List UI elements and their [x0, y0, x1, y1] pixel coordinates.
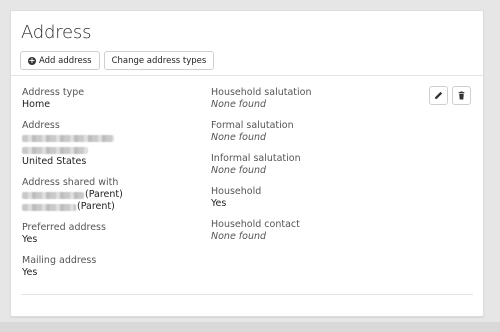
next-panel-edge — [0, 322, 500, 332]
delete-button[interactable] — [452, 86, 471, 105]
household-field: Household Yes — [211, 186, 411, 210]
mailing-address-value: Yes — [22, 267, 38, 278]
shared-relationship: (Parent) — [77, 201, 115, 212]
address-type-field: Address type Home — [22, 87, 202, 111]
divider — [21, 294, 473, 295]
change-address-types-button[interactable]: Change address types — [103, 51, 215, 70]
shared-relationship: (Parent) — [85, 189, 123, 200]
shared-entry: (Parent) — [22, 189, 202, 201]
household-contact-label: Household contact — [211, 219, 300, 230]
shared-entry: (Parent) — [22, 201, 202, 213]
address-line-2 — [22, 144, 202, 156]
address-shared-with-label: Address shared with — [22, 177, 119, 188]
informal-salutation-label: Informal salutation — [211, 153, 301, 164]
informal-salutation-field: Informal salutation None found — [211, 153, 411, 177]
redacted-street — [22, 134, 114, 142]
divider — [11, 75, 483, 76]
address-field: Address United States — [22, 120, 202, 168]
address-type-label: Address type — [22, 87, 85, 98]
redacted-city — [22, 146, 88, 154]
plus-circle-icon: + — [28, 55, 36, 65]
household-label: Household — [211, 186, 262, 197]
formal-salutation-field: Formal salutation None found — [211, 120, 411, 144]
formal-salutation-label: Formal salutation — [211, 120, 294, 131]
formal-salutation-value: None found — [211, 132, 267, 143]
redacted-name — [22, 203, 76, 211]
add-address-label: Add address — [39, 55, 92, 66]
edit-button[interactable] — [429, 86, 448, 105]
trash-icon — [458, 91, 465, 100]
address-details-right: Household salutation None found Formal s… — [211, 87, 411, 252]
address-shared-with-field: Address shared with (Parent) (Parent) — [22, 177, 202, 213]
address-panel: Address + Add address Change address typ… — [10, 10, 484, 317]
preferred-address-value: Yes — [22, 234, 38, 245]
preferred-address-label: Preferred address — [22, 222, 106, 233]
add-address-button[interactable]: + Add address — [20, 51, 100, 70]
address-line-1 — [22, 132, 202, 144]
household-contact-value: None found — [211, 231, 267, 242]
address-label: Address — [22, 120, 60, 131]
change-types-label: Change address types — [111, 55, 207, 66]
household-value: Yes — [211, 198, 227, 209]
panel-title: Address — [21, 22, 92, 43]
address-country: United States — [22, 156, 87, 167]
household-salutation-label: Household salutation — [211, 87, 312, 98]
record-actions — [429, 86, 471, 105]
preferred-address-field: Preferred address Yes — [22, 222, 202, 246]
household-salutation-field: Household salutation None found — [211, 87, 411, 111]
mailing-address-label: Mailing address — [22, 255, 97, 266]
household-salutation-value: None found — [211, 99, 267, 110]
address-details-left: Address type Home Address United States … — [22, 87, 202, 288]
toolbar: + Add address Change address types — [20, 51, 215, 70]
pencil-icon — [435, 91, 443, 99]
household-contact-field: Household contact None found — [211, 219, 411, 243]
address-type-value: Home — [22, 99, 51, 110]
informal-salutation-value: None found — [211, 165, 267, 176]
mailing-address-field: Mailing address Yes — [22, 255, 202, 279]
redacted-name — [22, 191, 84, 199]
